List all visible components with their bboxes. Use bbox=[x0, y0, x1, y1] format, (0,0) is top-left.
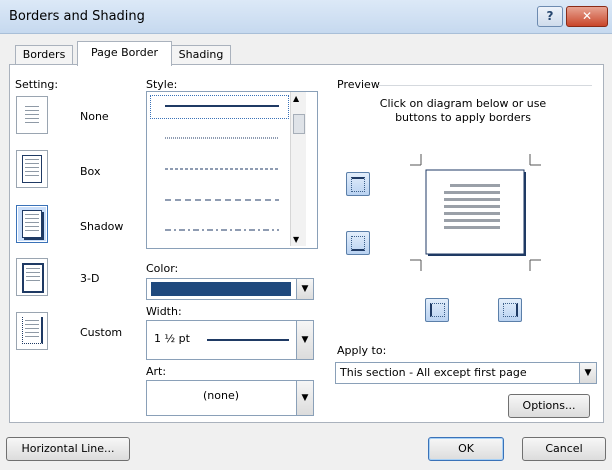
setting-3d-label: 3-D bbox=[80, 272, 100, 285]
left-border-icon bbox=[430, 303, 445, 317]
right-border-button[interactable] bbox=[498, 298, 522, 322]
horizontal-line-button[interactable]: Horizontal Line... bbox=[6, 437, 130, 461]
top-border-button[interactable] bbox=[346, 172, 370, 196]
art-heading: Art: bbox=[146, 365, 167, 378]
setting-custom-label: Custom bbox=[80, 326, 123, 339]
art-value: (none) bbox=[203, 389, 240, 402]
tab-shading[interactable]: Shading bbox=[171, 45, 231, 65]
right-border-icon bbox=[503, 303, 518, 317]
left-border-button[interactable] bbox=[425, 298, 449, 322]
top-border-icon bbox=[351, 177, 365, 192]
setting-none-label: None bbox=[80, 110, 109, 123]
apply-to-heading: Apply to: bbox=[337, 344, 387, 357]
color-swatch bbox=[151, 282, 291, 296]
scroll-up-icon[interactable]: ▲ bbox=[293, 94, 299, 103]
close-button[interactable]: ✕ bbox=[566, 6, 608, 27]
none-border-icon bbox=[23, 103, 41, 129]
width-preview-line bbox=[207, 339, 289, 341]
bottom-border-button[interactable] bbox=[346, 231, 370, 255]
options-button[interactable]: Options... bbox=[508, 394, 590, 418]
3d-border-icon bbox=[22, 263, 44, 293]
ok-button[interactable]: OK bbox=[428, 437, 504, 461]
scroll-down-icon[interactable]: ▼ bbox=[293, 235, 299, 244]
style-lines bbox=[165, 105, 279, 231]
setting-box-label: Box bbox=[80, 165, 101, 178]
preview-hint: Click on diagram below or use buttons to… bbox=[379, 97, 547, 124]
style-heading: Style: bbox=[146, 78, 178, 91]
bottom-border-icon bbox=[351, 236, 365, 251]
help-button[interactable]: ? bbox=[537, 6, 563, 27]
custom-border-icon bbox=[22, 317, 43, 344]
setting-box-option[interactable] bbox=[16, 150, 48, 188]
cancel-button[interactable]: Cancel bbox=[522, 437, 606, 461]
apply-to-value: This section - All except first page bbox=[340, 366, 527, 379]
apply-to-combo[interactable]: This section - All except first page ▼ bbox=[335, 362, 597, 384]
art-combo[interactable]: (none) ▼ bbox=[146, 380, 314, 416]
setting-3d-option[interactable] bbox=[16, 258, 48, 296]
preview-diagram[interactable] bbox=[404, 154, 544, 272]
chevron-down-icon[interactable]: ▼ bbox=[296, 279, 313, 299]
width-value: 1 ½ pt bbox=[154, 332, 190, 345]
tab-borders[interactable]: Borders bbox=[15, 45, 73, 65]
setting-none-option[interactable] bbox=[16, 96, 48, 134]
shadow-border-icon bbox=[22, 210, 42, 238]
box-border-icon bbox=[22, 155, 42, 183]
window-title: Borders and Shading bbox=[9, 9, 145, 24]
scroll-thumb[interactable] bbox=[293, 114, 305, 134]
chevron-down-icon[interactable]: ▼ bbox=[579, 363, 596, 383]
setting-shadow-label: Shadow bbox=[80, 220, 124, 233]
tab-page-border[interactable]: Page Border bbox=[77, 41, 172, 66]
setting-shadow-option[interactable] bbox=[16, 205, 48, 243]
width-combo[interactable]: 1 ½ pt ▼ bbox=[146, 320, 314, 360]
color-combo[interactable]: ▼ bbox=[146, 278, 314, 300]
chevron-down-icon[interactable]: ▼ bbox=[296, 321, 313, 359]
color-heading: Color: bbox=[146, 262, 179, 275]
preview-divider bbox=[378, 85, 592, 86]
chevron-down-icon[interactable]: ▼ bbox=[296, 381, 313, 415]
width-heading: Width: bbox=[146, 305, 182, 318]
preview-heading: Preview bbox=[337, 78, 380, 91]
setting-heading: Setting: bbox=[15, 78, 59, 91]
style-scrollbar[interactable]: ▲ ▼ bbox=[290, 92, 306, 246]
setting-custom-option[interactable] bbox=[16, 312, 48, 350]
